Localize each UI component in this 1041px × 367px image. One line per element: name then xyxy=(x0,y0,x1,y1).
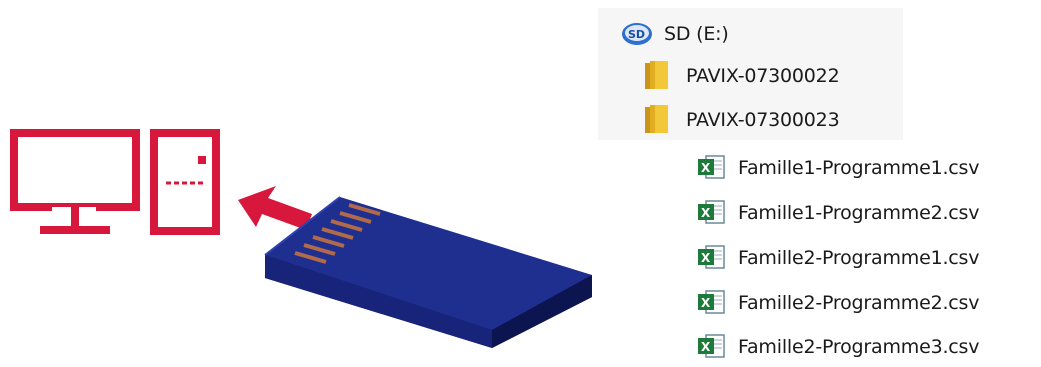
arrow-up-left-icon xyxy=(238,186,312,230)
folder-icon xyxy=(645,61,668,89)
file-item[interactable]: X Famille2-Programme1.csv xyxy=(696,238,979,278)
file-item[interactable]: X Famille2-Programme2.csv xyxy=(696,283,979,323)
csv-file-icon: X xyxy=(698,290,725,314)
drive-item-sd[interactable]: SD SD (E:) xyxy=(620,14,729,54)
csv-file-icon: X xyxy=(698,334,725,358)
folder-icon xyxy=(645,105,668,133)
file-item[interactable]: X Famille1-Programme1.csv xyxy=(696,148,979,188)
file-label: Famille1-Programme1.csv xyxy=(738,157,980,179)
tower-case xyxy=(150,129,220,235)
file-label: Famille2-Programme3.csv xyxy=(738,336,980,358)
sd-drive-icon: SD xyxy=(622,23,652,45)
file-item[interactable]: X Famille2-Programme3.csv xyxy=(696,327,979,367)
folder-label: PAVIX-07300023 xyxy=(686,109,840,131)
svg-text:X: X xyxy=(701,251,711,265)
desktop-computer-icon xyxy=(10,129,220,235)
folder-item[interactable]: PAVIX-07300023 xyxy=(642,100,840,140)
folder-label: PAVIX-07300022 xyxy=(686,65,840,87)
file-label: Famille2-Programme2.csv xyxy=(738,292,980,314)
sd-card-icon xyxy=(264,196,592,348)
drive-label: SD (E:) xyxy=(664,23,729,45)
monitor xyxy=(10,129,140,234)
file-item[interactable]: X Famille1-Programme2.csv xyxy=(696,193,979,233)
file-label: Famille1-Programme2.csv xyxy=(738,202,980,224)
folder-item[interactable]: PAVIX-07300022 xyxy=(642,56,840,96)
file-label: Famille2-Programme1.csv xyxy=(738,247,980,269)
svg-text:X: X xyxy=(701,161,711,175)
svg-text:X: X xyxy=(701,296,711,310)
svg-text:X: X xyxy=(701,206,711,220)
csv-file-icon: X xyxy=(698,245,725,269)
csv-file-icon: X xyxy=(698,200,725,224)
svg-text:SD: SD xyxy=(628,28,645,41)
csv-file-icon: X xyxy=(698,155,725,179)
svg-text:X: X xyxy=(701,340,711,354)
